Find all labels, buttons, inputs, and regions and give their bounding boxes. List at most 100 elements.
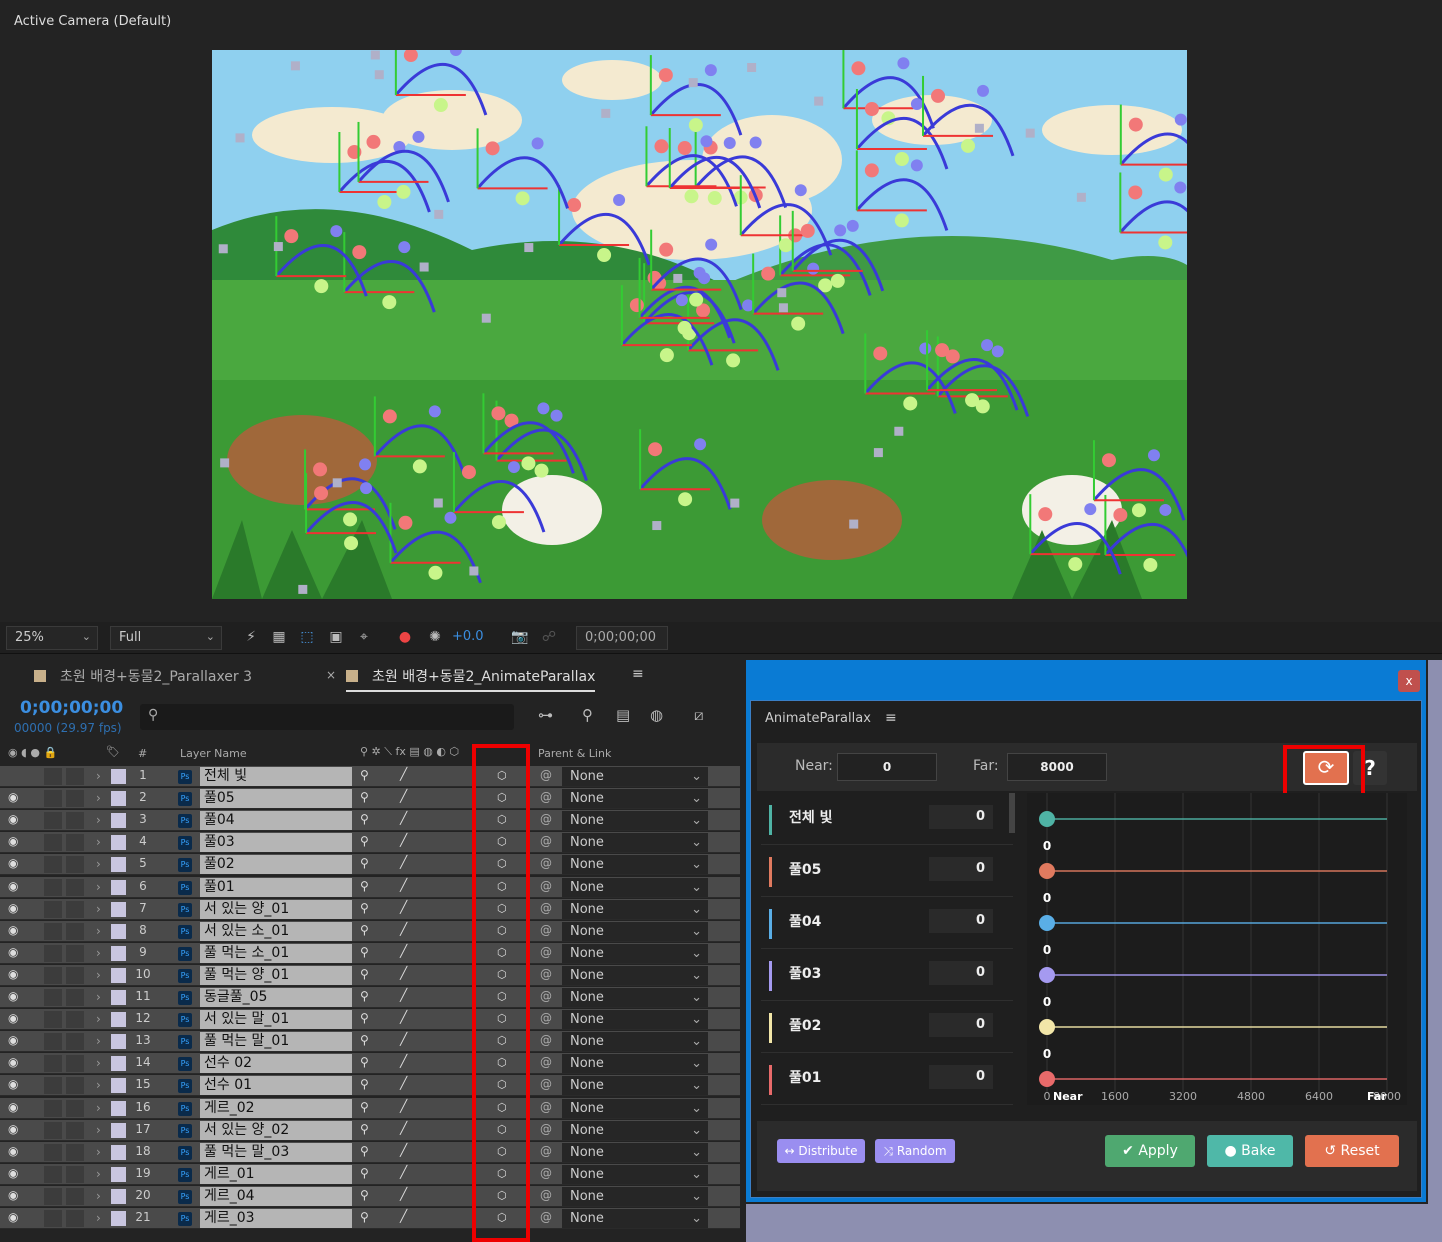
pick-whip-icon[interactable]: @ [540, 1210, 552, 1224]
label-color-swatch[interactable] [111, 1100, 126, 1116]
gizmo-handle[interactable] [428, 565, 443, 580]
pick-whip-icon[interactable]: @ [540, 989, 552, 1003]
parent-dropdown[interactable]: None ⌄ [562, 988, 708, 1007]
quality-switch-icon[interactable]: ╱ [400, 1209, 407, 1223]
frame-blending-icon[interactable]: ▤ [616, 706, 630, 724]
layer-name[interactable]: 풀 먹는 소_01 [200, 943, 352, 963]
expand-chevron-icon[interactable]: › [96, 968, 101, 982]
gizmo-handle[interactable] [693, 266, 706, 279]
parent-dropdown[interactable]: None ⌄ [562, 965, 708, 985]
eye-icon[interactable]: ◉ [8, 812, 18, 826]
shy-switch-icon[interactable]: ⚲ [360, 834, 369, 848]
gizmo-handle[interactable] [1174, 181, 1187, 194]
expand-chevron-icon[interactable]: › [96, 813, 101, 827]
solo-toggle[interactable] [44, 989, 62, 1006]
layer-name[interactable]: 풀 먹는 말_01 [200, 1032, 352, 1052]
solo-toggle[interactable] [44, 812, 62, 830]
pick-whip-icon[interactable]: @ [540, 1011, 552, 1025]
lock-toggle[interactable] [66, 989, 84, 1006]
gizmo-handle[interactable] [977, 84, 990, 97]
eye-icon[interactable]: ◉ [8, 989, 18, 1003]
eye-icon[interactable]: ◉ [8, 1011, 18, 1025]
depth-handle[interactable] [1039, 1071, 1055, 1087]
gizmo-handle[interactable] [1158, 167, 1173, 182]
gizmo-handle[interactable] [352, 245, 367, 260]
layer-bounds-handle[interactable] [873, 448, 883, 458]
layer-row[interactable]: ◉ › 2 Ps 풀05 ⚲ ╱ ⬡ @ None ⌄ [0, 788, 740, 810]
gizmo-handle[interactable] [648, 442, 663, 457]
shy-switch-icon[interactable]: ⚲ [360, 856, 369, 870]
gizmo-handle[interactable] [694, 438, 707, 451]
layer-row[interactable]: ◉ › 15 Ps 선수 01 ⚲ ╱ ⬡ @ None ⌄ [0, 1075, 740, 1097]
label-color-swatch[interactable] [111, 1188, 126, 1204]
parent-dropdown[interactable]: None ⌄ [562, 1186, 708, 1206]
layer-name[interactable]: 풀05 [200, 789, 352, 809]
layer-row[interactable]: ◉ › 3 Ps 풀04 ⚲ ╱ ⬡ @ None ⌄ [0, 810, 740, 832]
layer-bounds-handle[interactable] [290, 61, 300, 71]
gizmo-handle[interactable] [897, 57, 910, 70]
layer-row[interactable]: ◉ › 5 Ps 풀02 ⚲ ╱ ⬡ @ None ⌄ [0, 854, 740, 876]
eye-icon[interactable]: ◉ [8, 1210, 18, 1224]
quality-switch-icon[interactable]: ╱ [400, 833, 407, 847]
expand-chevron-icon[interactable]: › [96, 835, 101, 849]
parallax-depth-input[interactable]: 0 [929, 857, 993, 881]
parent-dropdown[interactable]: None ⌄ [562, 877, 708, 897]
solo-toggle[interactable] [44, 1077, 62, 1095]
gizmo-handle[interactable] [1101, 453, 1116, 468]
gizmo-handle[interactable] [726, 353, 741, 368]
gizmo-handle[interactable] [688, 118, 703, 133]
layer-name[interactable]: 풀 먹는 양_01 [200, 965, 352, 985]
layer-name[interactable]: 선수 02 [200, 1054, 352, 1074]
pick-whip-icon[interactable]: @ [540, 790, 552, 804]
label-color-swatch[interactable] [111, 967, 126, 983]
lock-toggle[interactable] [66, 1143, 84, 1161]
layer-row[interactable]: ◉ › 6 Ps 풀01 ⚲ ╱ ⬡ @ None ⌄ [0, 876, 740, 898]
layer-bounds-handle[interactable] [524, 243, 534, 253]
layer-name[interactable]: 풀04 [200, 811, 352, 831]
layer-bounds-handle[interactable] [332, 478, 342, 488]
apply-button[interactable]: ✔ Apply [1105, 1135, 1195, 1167]
gizmo-handle[interactable] [344, 536, 359, 551]
gizmo-handle[interactable] [313, 462, 328, 477]
region-of-interest-icon[interactable]: ▣ [327, 628, 345, 646]
shy-switch-icon[interactable]: ⚲ [360, 1122, 369, 1136]
expand-chevron-icon[interactable]: › [96, 1012, 101, 1026]
layer-bounds-handle[interactable] [469, 566, 479, 576]
pick-whip-icon[interactable]: @ [540, 1166, 552, 1180]
gizmo-handle[interactable] [1131, 503, 1146, 518]
gizmo-handle[interactable] [314, 279, 329, 294]
gizmo-handle[interactable] [629, 298, 644, 313]
gizmo-handle[interactable] [1158, 235, 1173, 250]
label-color-swatch[interactable] [111, 1056, 126, 1072]
layer-bounds-handle[interactable] [298, 584, 308, 594]
layer-search-input[interactable]: ⚲ [140, 704, 514, 730]
gizmo-handle[interactable] [894, 151, 909, 166]
solo-toggle[interactable] [44, 1099, 62, 1117]
gizmo-handle[interactable] [723, 137, 736, 150]
layer-name[interactable]: 게르_02 [200, 1098, 352, 1118]
shy-switch-icon[interactable]: ⚲ [360, 1055, 369, 1069]
lock-toggle[interactable] [66, 768, 84, 785]
shy-switch-icon[interactable]: ⚲ [360, 923, 369, 937]
lock-toggle[interactable] [66, 1077, 84, 1095]
gizmo-handle[interactable] [433, 98, 448, 113]
plugin-menu-icon[interactable]: ≡ [885, 710, 897, 726]
expand-chevron-icon[interactable]: › [96, 946, 101, 960]
parent-dropdown[interactable]: None ⌄ [562, 1010, 708, 1030]
shy-switch-icon[interactable]: ⚲ [360, 768, 369, 782]
gizmo-handle[interactable] [873, 346, 888, 361]
expand-chevron-icon[interactable]: › [96, 1167, 101, 1181]
expand-chevron-icon[interactable]: › [96, 880, 101, 894]
gizmo-handle[interactable] [981, 339, 994, 352]
gizmo-handle[interactable] [761, 266, 776, 281]
label-color-swatch[interactable] [111, 1211, 126, 1226]
gizmo-handle[interactable] [491, 515, 506, 530]
gizmo-handle[interactable] [491, 406, 506, 421]
gizmo-handle[interactable] [537, 402, 550, 415]
layer-row[interactable]: ◉ › 11 Ps 동글풀_05 ⚲ ╱ ⬡ @ None ⌄ [0, 987, 740, 1008]
gizmo-handle[interactable] [800, 223, 815, 238]
lock-toggle[interactable] [66, 922, 84, 940]
pick-whip-icon[interactable]: @ [540, 945, 552, 959]
far-input[interactable]: 8000 [1007, 753, 1107, 781]
gizmo-handle[interactable] [461, 465, 476, 480]
